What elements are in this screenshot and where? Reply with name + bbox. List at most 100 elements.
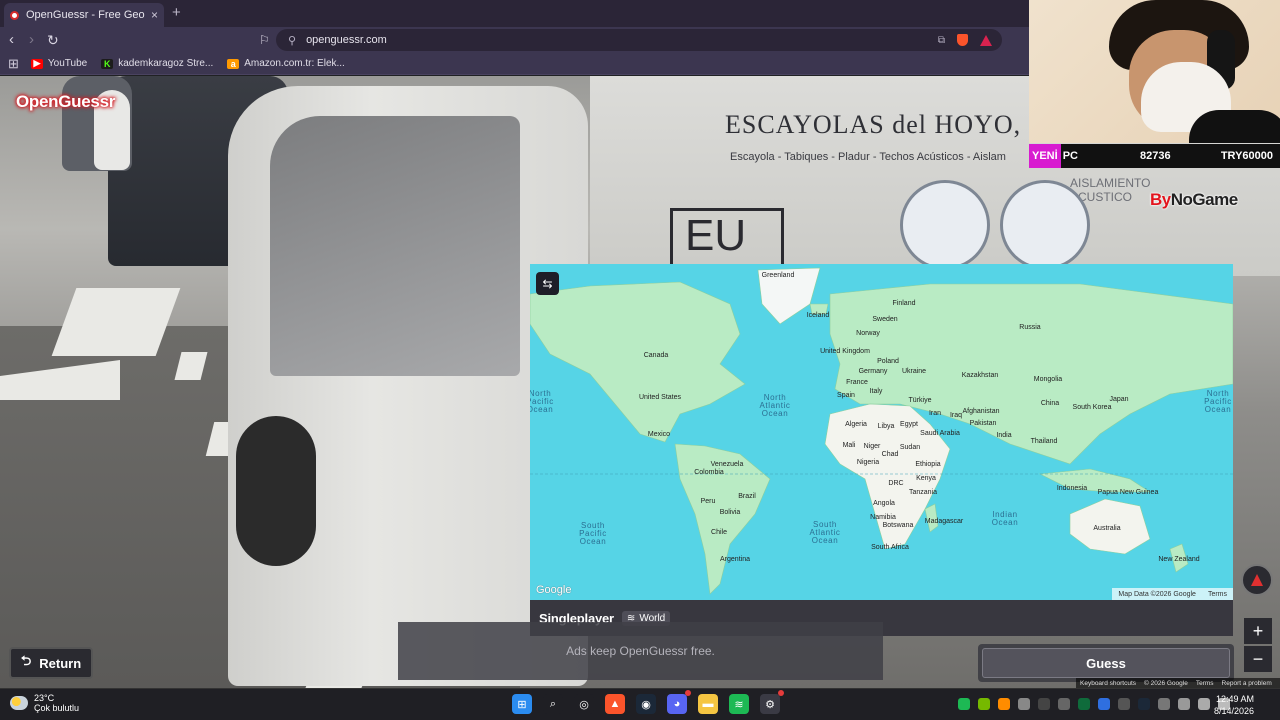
guess-button[interactable]: Guess	[982, 648, 1230, 678]
street-view-attribution: Keyboard shortcuts © 2026 Google Terms R…	[1076, 678, 1280, 688]
map-country-label: Italy	[869, 388, 883, 395]
brave-shield-icon[interactable]	[957, 34, 968, 46]
bookmark-kick[interactable]: K kademkaragoz Stre...	[101, 58, 213, 69]
microphone-icon[interactable]	[1178, 698, 1190, 710]
bookmark-label: kademkaragoz Stre...	[118, 58, 214, 69]
sponsor-ticker: YENİ PC 82736 TRY60000	[1029, 144, 1280, 168]
tray-icon[interactable]	[1058, 698, 1070, 710]
folder-icon[interactable]: ▬	[698, 694, 718, 714]
map-ocean-label: South Atlantic Ocean	[809, 520, 841, 545]
map-country-label: Japan	[1109, 396, 1129, 403]
settings-icon[interactable]: ⚙	[760, 690, 784, 714]
spotify-tray-icon[interactable]	[958, 698, 970, 710]
spotify-icon[interactable]: ≋	[729, 694, 749, 714]
map-filter-icon[interactable]: ⇆	[536, 272, 559, 295]
tray-icon[interactable]	[1038, 698, 1050, 710]
url-field[interactable]: ⚲ openguessr.com ⧉	[276, 29, 1002, 51]
map-terms-link[interactable]: Terms	[1208, 591, 1227, 598]
tray-icon[interactable]	[1158, 698, 1170, 710]
bookmark-icon[interactable]: ⚐	[259, 32, 270, 48]
translate-icon[interactable]: ⧉	[938, 35, 945, 46]
brave-icon[interactable]: ▲	[605, 694, 625, 714]
map-country-label: United Kingdom	[820, 348, 870, 355]
map-country-label: Finland	[892, 300, 916, 307]
map-country-label: Namibia	[870, 514, 896, 521]
weather-widget[interactable]: 23°C Çok bulutlu	[10, 693, 79, 713]
steam-icon[interactable]: ◉	[636, 694, 656, 714]
map-country-label: Germany	[858, 368, 888, 375]
return-button[interactable]: ⮌ Return	[9, 647, 93, 679]
xbox-icon[interactable]: ◎	[574, 694, 594, 714]
compass-icon[interactable]	[1241, 564, 1273, 596]
ticker-tag: YENİ	[1029, 144, 1061, 168]
zoom-out-button[interactable]: −	[1244, 646, 1272, 672]
site-info-icon[interactable]: ⚲	[288, 34, 296, 47]
forward-icon[interactable]: ›	[29, 32, 34, 48]
map-country-label: Venezuela	[710, 461, 744, 468]
steam-tray-icon[interactable]	[1138, 698, 1150, 710]
map-country-label: South Africa	[871, 544, 909, 551]
reload-icon[interactable]: ↻	[47, 32, 59, 48]
new-tab-icon[interactable]: +	[172, 4, 181, 21]
map-country-label: India	[996, 432, 1012, 439]
cloud-tray-icon[interactable]	[998, 698, 1010, 710]
bookmark-amazon[interactable]: a Amazon.com.tr: Elek...	[227, 58, 345, 69]
notification-badge	[685, 690, 691, 696]
keyboard-shortcuts-link[interactable]: Keyboard shortcuts	[1080, 680, 1136, 687]
ticker-code: TRY60000	[1220, 150, 1273, 162]
map-country-label: Mongolia	[1033, 376, 1063, 383]
openguessr-logo[interactable]: OpenGuessr	[16, 92, 115, 112]
screen: OpenGuessr - Free GeoGuess × + ‹ › ↻ ⚐ ⚲…	[0, 0, 1280, 720]
amazon-icon: a	[227, 58, 240, 69]
map-country-label: Ukraine	[901, 368, 927, 375]
truck-company-text: ESCAYOLAS del HOYO, S.	[725, 110, 1052, 139]
terms-link[interactable]: Terms	[1196, 680, 1214, 687]
wifi-icon[interactable]	[1198, 698, 1210, 710]
zoom-in-button[interactable]: +	[1244, 618, 1272, 644]
tray-icon[interactable]	[1118, 698, 1130, 710]
back-icon[interactable]: ‹	[9, 32, 14, 48]
tray-icon[interactable]	[1078, 698, 1090, 710]
close-tab-icon[interactable]: ×	[151, 8, 158, 22]
map-country-label: Sweden	[872, 316, 898, 323]
system-tray	[958, 698, 1230, 710]
map-country-label: Saudi Arabia	[920, 430, 960, 437]
tab-openguessr[interactable]: OpenGuessr - Free GeoGuess ×	[4, 3, 164, 27]
van-wheel	[236, 416, 316, 566]
map-country-label: Kazakhstan	[961, 372, 999, 379]
system-clock[interactable]: 12:49 AM 8/14/2026	[1214, 693, 1254, 717]
weather-temp: 23°C	[34, 693, 55, 703]
map-country-label: Iran	[928, 410, 942, 417]
brave-rewards-icon[interactable]	[980, 34, 992, 46]
map-country-label: United States	[638, 394, 682, 401]
bookmark-youtube[interactable]: ▶ YouTube	[30, 58, 87, 69]
tray-icon[interactable]	[1018, 698, 1030, 710]
nvidia-tray-icon[interactable]	[978, 698, 990, 710]
map-country-label: Kenya	[916, 475, 936, 482]
map-country-label: China	[1040, 400, 1060, 407]
map-data-text: Map Data ©2026 Google	[1118, 590, 1196, 598]
map-country-label: Ethiopia	[915, 461, 941, 468]
copyright-text: © 2026 Google	[1144, 679, 1188, 687]
map-country-label: Türkiye	[908, 397, 932, 404]
guess-map[interactable]: Greenland Iceland Finland Sweden Norway Russi…	[530, 264, 1233, 600]
url-text: openguessr.com	[306, 34, 387, 46]
map-country-label: Canada	[643, 352, 669, 359]
map-country-label: Russia	[1019, 324, 1041, 331]
bluetooth-tray-icon[interactable]	[1098, 698, 1110, 710]
map-country-label: Egypt	[900, 421, 918, 428]
map-country-label: Spain	[837, 392, 855, 399]
windows-start-icon[interactable]: ⊞	[512, 694, 532, 714]
map-country-label: Nigeria	[856, 459, 880, 466]
map-country-label: Afghanistan	[962, 408, 1000, 415]
apps-grid-icon[interactable]: ⊞	[8, 56, 19, 72]
webcam-overlay	[1029, 0, 1280, 143]
search-icon[interactable]: ⌕	[543, 694, 563, 714]
bynogame-logo-a: By	[1150, 190, 1171, 209]
discord-icon[interactable]: ◕	[667, 690, 691, 714]
map-country-label: Papua New Guinea	[1097, 489, 1159, 496]
map-country-label: South Korea	[1072, 404, 1112, 411]
map-country-label: Angola	[873, 500, 895, 507]
map-country-label: Iceland	[806, 312, 830, 319]
report-problem-link[interactable]: Report a problem	[1222, 680, 1272, 687]
